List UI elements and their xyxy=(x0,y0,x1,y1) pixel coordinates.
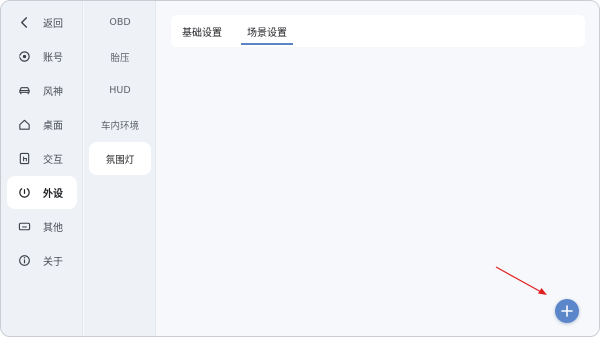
car-icon xyxy=(17,84,31,98)
tab-basic-settings[interactable]: 基础设置 xyxy=(182,24,222,43)
touch-icon xyxy=(17,152,31,166)
sidebar-item-account[interactable]: 账号 xyxy=(7,40,77,73)
submenu-item-cabin-environment[interactable]: 车内环境 xyxy=(89,108,151,141)
submenu-item-tire-pressure[interactable]: 胎压 xyxy=(89,40,151,73)
home-icon xyxy=(17,118,31,132)
sidebar-item-label: 桌面 xyxy=(43,121,63,132)
account-icon xyxy=(17,50,31,64)
peripheral-icon xyxy=(17,186,31,200)
app-window: 返回 账号 风神 桌面 交互 外设 其他 关于 OBD 胎压 HUD 车内环境 … xyxy=(0,0,600,337)
settings-tabbar: 基础设置 场景设置 xyxy=(171,15,585,47)
back-arrow-icon xyxy=(17,16,31,30)
add-scene-button[interactable] xyxy=(555,299,579,323)
sidebar-item-back[interactable]: 返回 xyxy=(7,6,77,39)
submenu-item-obd[interactable]: OBD xyxy=(89,6,151,39)
submenu-item-ambient-light[interactable]: 氛围灯 xyxy=(89,142,151,175)
peripheral-submenu: OBD 胎压 HUD 车内环境 氛围灯 xyxy=(84,1,156,336)
sidebar-item-label: 外设 xyxy=(43,189,63,200)
info-icon xyxy=(17,254,31,268)
plus-icon xyxy=(561,305,573,317)
sidebar-item-label: 返回 xyxy=(43,19,63,30)
sidebar-item-other[interactable]: 其他 xyxy=(7,210,77,243)
keyboard-icon xyxy=(17,220,31,234)
sidebar-item-car[interactable]: 风神 xyxy=(7,74,77,107)
sidebar-item-label: 其他 xyxy=(43,223,63,234)
tab-scene-settings[interactable]: 场景设置 xyxy=(241,24,293,45)
submenu-item-hud[interactable]: HUD xyxy=(89,74,151,107)
sidebar-item-label: 风神 xyxy=(43,87,63,98)
sidebar-item-about[interactable]: 关于 xyxy=(7,244,77,277)
sidebar-item-label: 关于 xyxy=(43,257,63,268)
sidebar-item-label: 交互 xyxy=(43,155,63,166)
sidebar-item-interaction[interactable]: 交互 xyxy=(7,142,77,175)
main-sidebar: 返回 账号 风神 桌面 交互 外设 其他 关于 xyxy=(1,1,83,336)
sidebar-item-label: 账号 xyxy=(43,53,63,64)
sidebar-item-desktop[interactable]: 桌面 xyxy=(7,108,77,141)
content-area: 基础设置 场景设置 xyxy=(157,1,599,336)
sidebar-item-peripherals[interactable]: 外设 xyxy=(7,176,77,209)
